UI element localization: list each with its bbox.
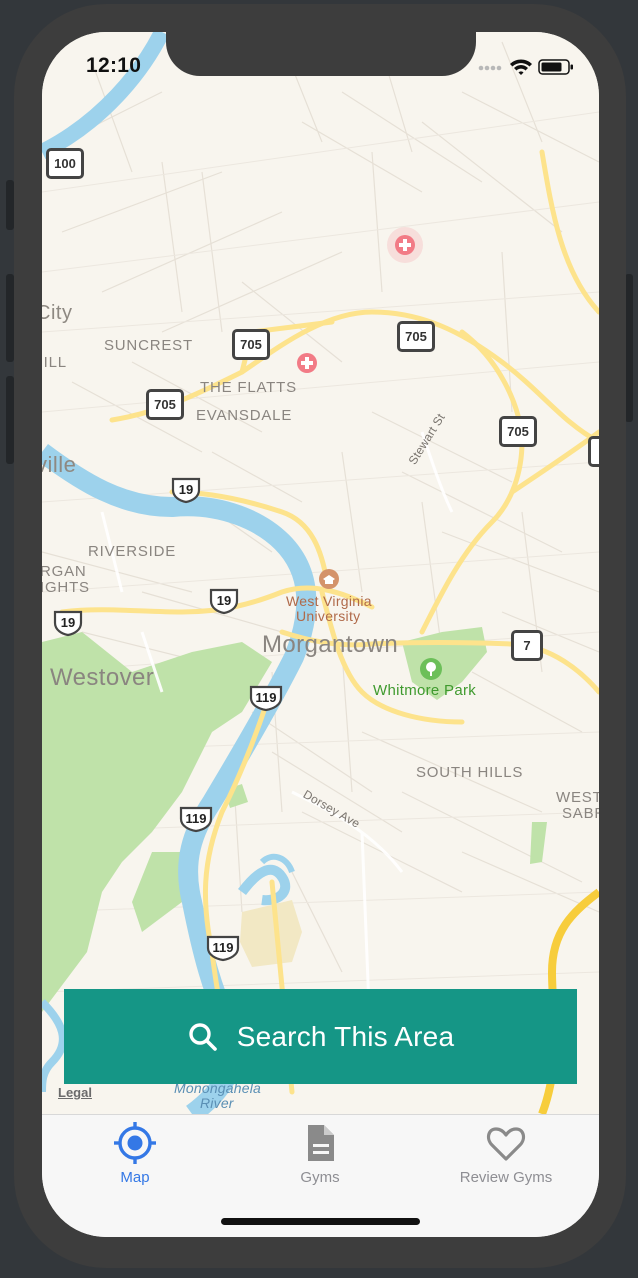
route-shield-705: 705 bbox=[146, 389, 184, 420]
silent-switch bbox=[6, 180, 14, 230]
hospital-icon[interactable] bbox=[395, 235, 415, 255]
crosshair-icon bbox=[114, 1122, 156, 1164]
map-label-west-sabraton-1: WEST bbox=[556, 789, 599, 806]
map-label-wvu-2: University bbox=[296, 608, 361, 624]
us-route-number: 19 bbox=[178, 482, 194, 497]
device-notch bbox=[166, 32, 476, 76]
map-label-morgan-heights-1: RGAN bbox=[42, 563, 87, 580]
us-route-number: 19 bbox=[216, 593, 232, 608]
search-this-area-button[interactable]: Search This Area bbox=[64, 989, 577, 1084]
volume-up-button bbox=[6, 274, 14, 362]
us-route-shield-19: 19 bbox=[170, 476, 202, 504]
heart-icon bbox=[486, 1127, 526, 1161]
document-icon bbox=[308, 1125, 334, 1161]
us-route-shield-119: 119 bbox=[178, 805, 214, 833]
us-route-shield-19: 19 bbox=[208, 587, 240, 615]
map-label-the-flatts: THE FLATTS bbox=[200, 379, 297, 396]
tab-gyms[interactable]: Gyms bbox=[235, 1121, 405, 1193]
route-shield-7: 7 bbox=[511, 630, 543, 661]
map-label-south-hills: SOUTH HILLS bbox=[416, 764, 524, 781]
map-label-monongahela-2: River bbox=[200, 1095, 234, 1111]
wifi-icon bbox=[510, 59, 532, 75]
tab-map-label: Map bbox=[120, 1169, 150, 1186]
route-shield-705: 705 bbox=[232, 329, 270, 360]
map-label-wvu-1: West Virginia bbox=[286, 593, 372, 609]
route-shield-705: 705 bbox=[397, 321, 435, 352]
us-route-number: 19 bbox=[60, 615, 76, 630]
map-label-morgan-heights-2: IGHTS bbox=[42, 579, 90, 596]
battery-icon bbox=[538, 59, 573, 75]
route-shield-partial bbox=[588, 436, 599, 467]
us-route-shield-119: 119 bbox=[205, 934, 241, 962]
us-route-number: 119 bbox=[185, 811, 207, 826]
university-icon[interactable] bbox=[319, 569, 339, 589]
search-button-label: Search This Area bbox=[236, 1020, 455, 1052]
legal-link[interactable]: Legal bbox=[58, 1085, 92, 1100]
tab-map[interactable]: Map bbox=[50, 1121, 220, 1193]
map-label-suncrest: SUNCREST bbox=[104, 337, 193, 354]
us-route-shield-119: 119 bbox=[248, 684, 284, 712]
us-route-number: 119 bbox=[212, 940, 234, 955]
volume-down-button bbox=[6, 376, 14, 464]
map-view[interactable]: City SUNCREST HILL THE FLATTS EVANSDALE … bbox=[42, 32, 599, 1114]
hospital-icon[interactable] bbox=[297, 353, 317, 373]
status-indicators bbox=[477, 56, 577, 76]
us-route-number: 119 bbox=[255, 690, 277, 705]
map-label-evansdale: EVANSDALE bbox=[196, 407, 293, 424]
map-label-riverside: RIVERSIDE bbox=[88, 543, 177, 560]
route-shield-100: 100 bbox=[46, 148, 84, 179]
signal-icon bbox=[478, 65, 502, 71]
map-label-whitmore-park: Whitmore Park bbox=[373, 682, 477, 699]
map-label-ville: ville bbox=[42, 452, 77, 477]
tab-gyms-label: Gyms bbox=[300, 1169, 340, 1186]
map-label-west-sabraton-2: SABRAT bbox=[562, 805, 599, 822]
search-icon bbox=[189, 1022, 217, 1051]
map-label-hill: HILL bbox=[42, 354, 67, 371]
map-label-city: City bbox=[42, 302, 73, 324]
status-time: 12:10 bbox=[86, 54, 142, 77]
power-button bbox=[625, 274, 633, 422]
tab-review-gyms-label: Review Gyms bbox=[459, 1169, 553, 1186]
tab-review-gyms[interactable]: Review Gyms bbox=[421, 1121, 591, 1193]
park-tree-icon[interactable] bbox=[420, 658, 442, 680]
device-background: City SUNCREST HILL THE FLATTS EVANSDALE … bbox=[0, 0, 638, 1278]
map-label-morgantown: Morgantown bbox=[262, 631, 399, 658]
us-route-shield-19: 19 bbox=[52, 609, 84, 637]
phone-screen: City SUNCREST HILL THE FLATTS EVANSDALE … bbox=[42, 32, 599, 1237]
home-indicator[interactable] bbox=[221, 1218, 420, 1225]
map-label-westover: Westover bbox=[50, 664, 155, 691]
route-shield-705: 705 bbox=[499, 416, 537, 447]
